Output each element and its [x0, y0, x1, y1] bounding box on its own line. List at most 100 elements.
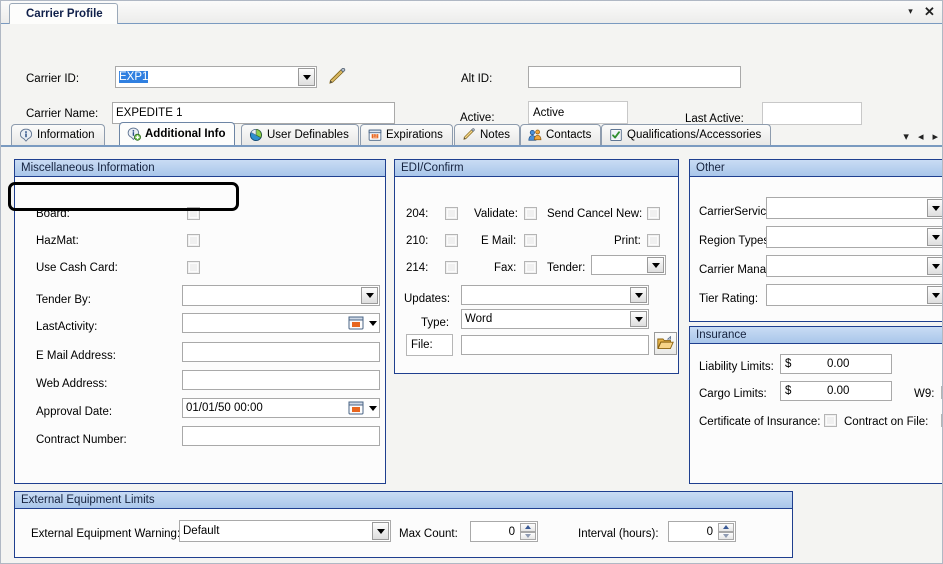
interval-hours-input[interactable]: 0: [668, 521, 736, 542]
pencil-icon[interactable]: [327, 68, 347, 86]
external-equipment-warning-label: External Equipment Warning:: [31, 528, 180, 540]
carrier-name-input[interactable]: EXPEDITE 1: [112, 102, 395, 124]
carrier-name-label: Carrier Name:: [26, 108, 98, 120]
print-checkbox[interactable]: [647, 234, 660, 247]
carrier-service-rating-combo[interactable]: [766, 197, 943, 219]
edi-email-label: E Mail:: [481, 235, 516, 247]
stepper-up-icon[interactable]: [520, 523, 536, 532]
insurance-panel: Insurance Liability Limits: $ 0.00 Cargo…: [689, 326, 943, 484]
panel-body: External Equipment Warning: Default Max …: [15, 509, 792, 557]
edi-214-checkbox[interactable]: [445, 261, 458, 274]
certificate-of-insurance-checkbox[interactable]: [824, 414, 837, 427]
tab-contacts[interactable]: Contacts: [520, 124, 601, 145]
use-cash-card-checkbox[interactable]: [187, 261, 200, 274]
tier-rating-combo[interactable]: [766, 284, 943, 306]
region-types-combo[interactable]: [766, 226, 943, 248]
calendar-icon[interactable]: [348, 315, 364, 330]
max-count-stepper[interactable]: [520, 523, 536, 540]
calendar-icon[interactable]: [348, 400, 364, 415]
fax-checkbox[interactable]: [524, 261, 537, 274]
interval-hours-stepper[interactable]: [718, 523, 734, 540]
header-fields: Carrier ID: EXP1 Carrier Name: EXPEDITE …: [1, 25, 943, 121]
tab-nav-controls: ▾ ◂ ▸: [903, 132, 938, 143]
last-activity-label: LastActivity:: [36, 321, 97, 333]
panel-title: Insurance: [690, 327, 943, 344]
tab-list-icon[interactable]: ▾: [903, 132, 909, 143]
chevron-down-icon[interactable]: [298, 68, 315, 86]
cargo-limits-label: Cargo Limits:: [699, 388, 767, 400]
tab-information[interactable]: Information: [11, 124, 105, 145]
tab-expirations[interactable]: 12 Expirations: [360, 124, 453, 145]
pencil-icon: [462, 128, 476, 142]
edi-email-checkbox[interactable]: [524, 234, 537, 247]
chevron-down-icon[interactable]: [361, 287, 378, 304]
chevron-down-icon[interactable]: [647, 257, 664, 273]
chevron-down-icon[interactable]: [927, 199, 943, 217]
last-activity-dropdown-icon[interactable]: [367, 316, 378, 330]
chevron-down-icon[interactable]: [630, 311, 647, 327]
chevron-down-icon[interactable]: [372, 522, 389, 540]
edi-tender-combo[interactable]: [591, 255, 666, 275]
edi-214-label: 214:: [406, 262, 428, 274]
file-label-button[interactable]: File:: [406, 334, 453, 356]
next-arrow-icon[interactable]: ▸: [932, 132, 938, 143]
type-combo[interactable]: Word: [461, 309, 649, 329]
type-value: Word: [465, 313, 492, 325]
tab-additional-info[interactable]: Additional Info: [119, 122, 235, 145]
region-types-label: Region Types:: [699, 235, 772, 247]
tab-notes[interactable]: Notes: [454, 124, 520, 145]
document-tab-carrier-profile[interactable]: Carrier Profile: [9, 3, 118, 24]
close-icon[interactable]: ✕: [922, 4, 937, 19]
miscellaneous-information-panel: Miscellaneous Information Board: HazMat:…: [14, 159, 386, 484]
email-address-input[interactable]: [182, 342, 380, 362]
board-checkbox[interactable]: [187, 207, 200, 220]
hazmat-checkbox[interactable]: [187, 234, 200, 247]
tender-by-combo[interactable]: [182, 285, 380, 306]
print-label: Print:: [614, 235, 641, 247]
approval-date-dropdown-icon[interactable]: [367, 401, 378, 415]
carrier-manager-combo[interactable]: [766, 255, 943, 277]
edi-210-checkbox[interactable]: [445, 234, 458, 247]
tab-contacts-label: Contacts: [546, 129, 591, 141]
edi-204-checkbox[interactable]: [445, 207, 458, 220]
web-address-input[interactable]: [182, 370, 380, 390]
max-count-value: 0: [509, 526, 515, 538]
carrier-id-combo[interactable]: EXP1: [115, 66, 317, 88]
tab-qualifications-accessories[interactable]: Qualifications/Accessories: [601, 124, 771, 145]
max-count-input[interactable]: 0: [470, 521, 538, 542]
cargo-limits-input[interactable]: $ 0.00: [780, 381, 892, 401]
approval-date-value: 01/01/50 00:00: [186, 402, 263, 414]
contract-number-label: Contract Number:: [36, 434, 127, 446]
stepper-down-icon[interactable]: [520, 532, 536, 541]
validate-checkbox[interactable]: [524, 207, 537, 220]
panel-body: 204: Validate: Send Cancel New: 210: E M…: [395, 177, 678, 373]
prev-arrow-icon[interactable]: ◂: [918, 132, 924, 143]
chevron-down-icon[interactable]: ▾: [903, 4, 918, 19]
external-equipment-limits-panel: External Equipment Limits External Equip…: [14, 491, 793, 558]
send-cancel-new-checkbox[interactable]: [647, 207, 660, 220]
tab-user-definables-label: User Definables: [267, 129, 349, 141]
board-label: Board:: [36, 208, 70, 220]
approval-date-label: Approval Date:: [36, 406, 112, 418]
alt-id-input[interactable]: [528, 66, 741, 88]
info-icon: [19, 128, 33, 142]
alt-id-label: Alt ID:: [461, 73, 492, 85]
updates-combo[interactable]: [461, 285, 649, 305]
hazmat-label: HazMat:: [36, 235, 79, 247]
chevron-down-icon[interactable]: [927, 286, 943, 304]
tab-user-definables[interactable]: User Definables: [241, 124, 359, 145]
chevron-down-icon[interactable]: [927, 228, 943, 246]
stepper-down-icon[interactable]: [718, 532, 734, 541]
liability-limits-input[interactable]: $ 0.00: [780, 354, 892, 374]
tab-information-label: Information: [37, 129, 95, 141]
file-path-input[interactable]: [461, 335, 649, 355]
chevron-down-icon[interactable]: [927, 257, 943, 275]
tab-notes-label: Notes: [480, 129, 510, 141]
browse-file-button[interactable]: [654, 332, 677, 355]
stepper-up-icon[interactable]: [718, 523, 734, 532]
active-value-field[interactable]: Active: [528, 101, 628, 124]
chevron-down-icon[interactable]: [630, 287, 647, 303]
edi-204-label: 204:: [406, 208, 428, 220]
contract-number-input[interactable]: [182, 426, 380, 446]
external-equipment-warning-combo[interactable]: Default: [179, 520, 391, 542]
